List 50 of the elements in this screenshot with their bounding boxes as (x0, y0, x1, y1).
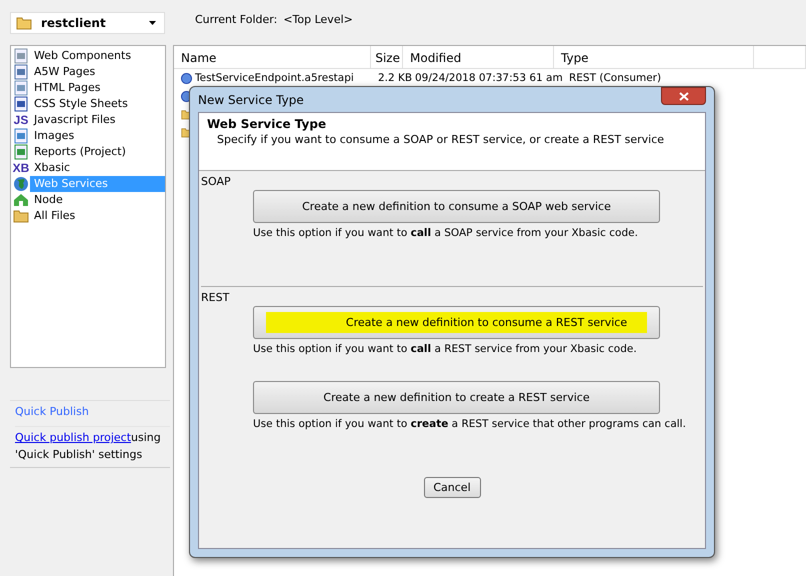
category-item[interactable]: Web Components (12, 48, 165, 64)
document-icon (12, 128, 30, 144)
category-item[interactable]: JS Javascript Files (12, 112, 165, 128)
close-button[interactable] (661, 87, 706, 105)
dialog-heading: Web Service Type (207, 117, 328, 131)
project-dropdown[interactable]: restclient (10, 12, 165, 34)
option-description: Use this option if you want to call a REST service from your Xbasic code. (253, 343, 638, 355)
option-button[interactable]: Create a new definition to create a REST service (253, 381, 660, 414)
settings-text: 'Quick Publish' settings (15, 447, 144, 463)
category-item[interactable]: Reports (Project) (12, 144, 165, 160)
window-title: New Service Type (198, 92, 304, 106)
js-icon: JS (12, 113, 30, 127)
table-cell-text: 2.2 KB (377, 71, 412, 86)
document-icon (12, 96, 30, 112)
folder-icon (15, 16, 33, 30)
column-header[interactable]: Size (371, 46, 403, 68)
table-cell-text: REST (Consumer) (569, 72, 662, 84)
category-item[interactable]: Node (12, 192, 165, 208)
column-header[interactable]: Name (174, 46, 371, 68)
link-suffix: using (131, 431, 161, 444)
dialog-subtitle: Specify if you want to consume a SOAP or REST service, or create a REST service (216, 133, 666, 146)
table-cell-text: 09/24/2018 07:37:53 61 am (415, 72, 564, 84)
option-button[interactable]: Create a new definition to consume a REST service (253, 306, 660, 339)
category-item[interactable]: Images (12, 128, 165, 144)
column-header[interactable]: Type (554, 46, 754, 68)
section-title: SOAP (201, 175, 232, 188)
document-icon (12, 48, 30, 64)
caret-icon (149, 21, 156, 25)
option-description: Use this option if you want to create a REST service that other programs can call. (253, 418, 687, 430)
folder-label: Current Folder: (195, 13, 278, 28)
option-description: Use this option if you want to call a SOAP service from your Xbasic code. (253, 227, 639, 239)
quick-publish-link[interactable]: Quick publish project (15, 431, 132, 444)
section-title: REST (201, 291, 230, 304)
category-item[interactable]: CSS Style Sheets (12, 96, 165, 112)
document-icon (12, 64, 30, 80)
panel-title: Quick Publish (15, 405, 90, 418)
folder-value: <Top Level> (283, 13, 353, 28)
category-item[interactable]: XB Xbasic (12, 160, 165, 176)
table-cell-text: TestServiceEndpoint.a5restapi (195, 72, 355, 84)
document-icon (12, 80, 30, 96)
cancel-button[interactable]: Cancel (424, 477, 480, 498)
category-item[interactable]: A5W Pages (12, 64, 165, 80)
option-button[interactable]: Create a new definition to consume a SOAP web service (253, 190, 660, 223)
document-icon (12, 144, 30, 160)
folder-icon (12, 209, 30, 223)
category-item[interactable]: All Files (12, 208, 165, 224)
close-icon (678, 92, 688, 100)
column-header[interactable]: Modified (403, 46, 554, 68)
category-item[interactable]: HTML Pages (12, 80, 165, 96)
xb-icon: XB (12, 161, 30, 175)
